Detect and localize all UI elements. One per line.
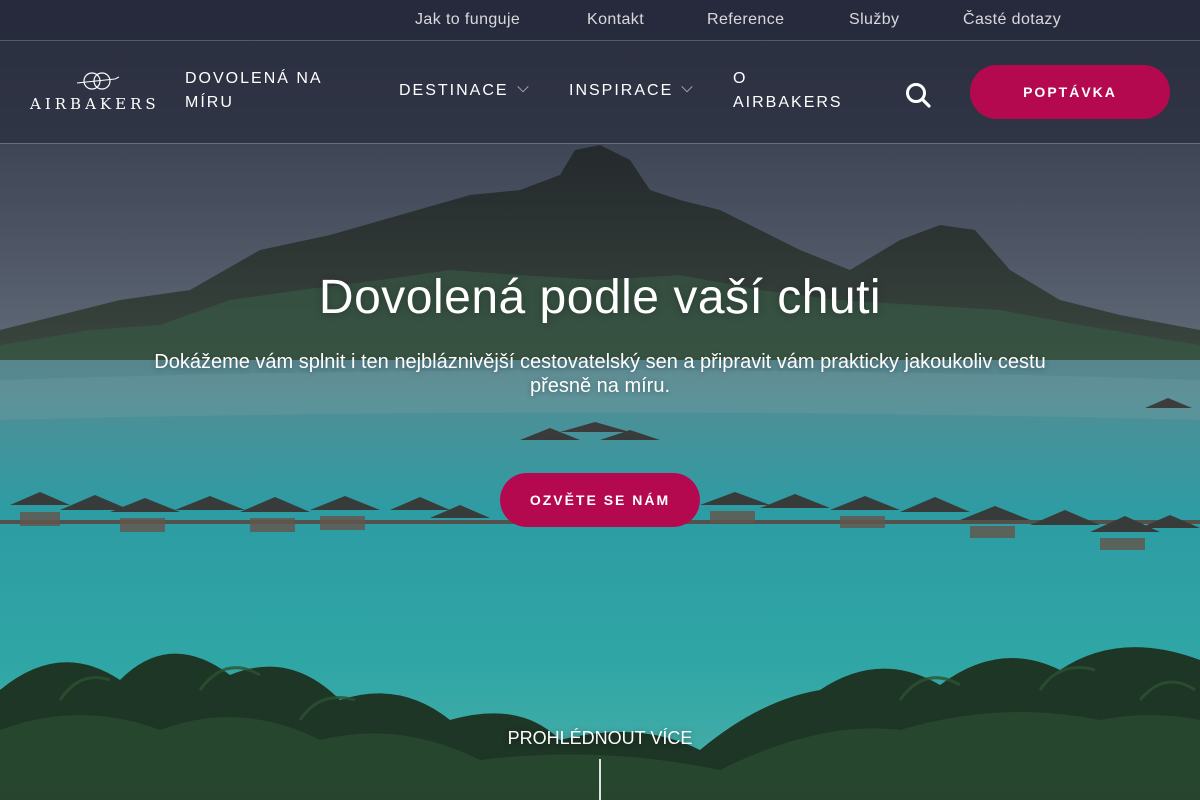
nav-item-label: DESTINACE — [399, 82, 509, 99]
topbar-link-services[interactable]: Služby — [849, 11, 899, 29]
chevron-down-icon — [516, 80, 529, 93]
topbar-link-references[interactable]: Reference — [707, 11, 784, 29]
logo-rings-icon — [76, 72, 120, 90]
nav-item-custom-holiday[interactable]: DOVOLENÁ NA MÍRU — [185, 67, 345, 115]
nav-item-about[interactable]: O AIRBAKERS — [733, 67, 853, 115]
main-navigation: AIRBAKERS DOVOLENÁ NA MÍRU DESTINACE INS… — [0, 41, 1200, 144]
hero-subtitle: Dokážeme vám splnit i ten nejbláznivější… — [154, 351, 1046, 397]
request-button[interactable]: POPTÁVKA — [970, 65, 1170, 119]
see-more-link[interactable]: PROHLÉDNOUT VÍCE — [0, 728, 1200, 749]
nav-item-label: O AIRBAKERS — [733, 70, 843, 111]
search-button[interactable] — [902, 79, 934, 111]
nav-item-destinations[interactable]: DESTINACE — [399, 79, 529, 103]
contact-us-button[interactable]: OZVĚTE SE NÁM — [500, 473, 700, 527]
topbar-link-faq[interactable]: Časté dotazy — [963, 11, 1061, 29]
top-utility-bar: Jak to funguje Kontakt Reference Služby … — [0, 0, 1200, 41]
nav-item-label: DOVOLENÁ NA MÍRU — [185, 70, 322, 111]
logo-wordmark: AIRBAKERS — [30, 95, 160, 113]
scroll-indicator-line — [599, 759, 601, 800]
hero-title: Dovolená podle vaší chuti — [318, 271, 882, 324]
nav-item-inspiration[interactable]: INSPIRACE — [569, 79, 693, 103]
nav-item-label: INSPIRACE — [569, 82, 674, 99]
search-icon — [906, 83, 931, 108]
topbar-link-how-it-works[interactable]: Jak to funguje — [415, 11, 520, 29]
topbar-link-contact[interactable]: Kontakt — [587, 11, 644, 29]
airbakers-logo[interactable]: AIRBAKERS — [30, 69, 166, 115]
chevron-down-icon — [681, 80, 693, 93]
